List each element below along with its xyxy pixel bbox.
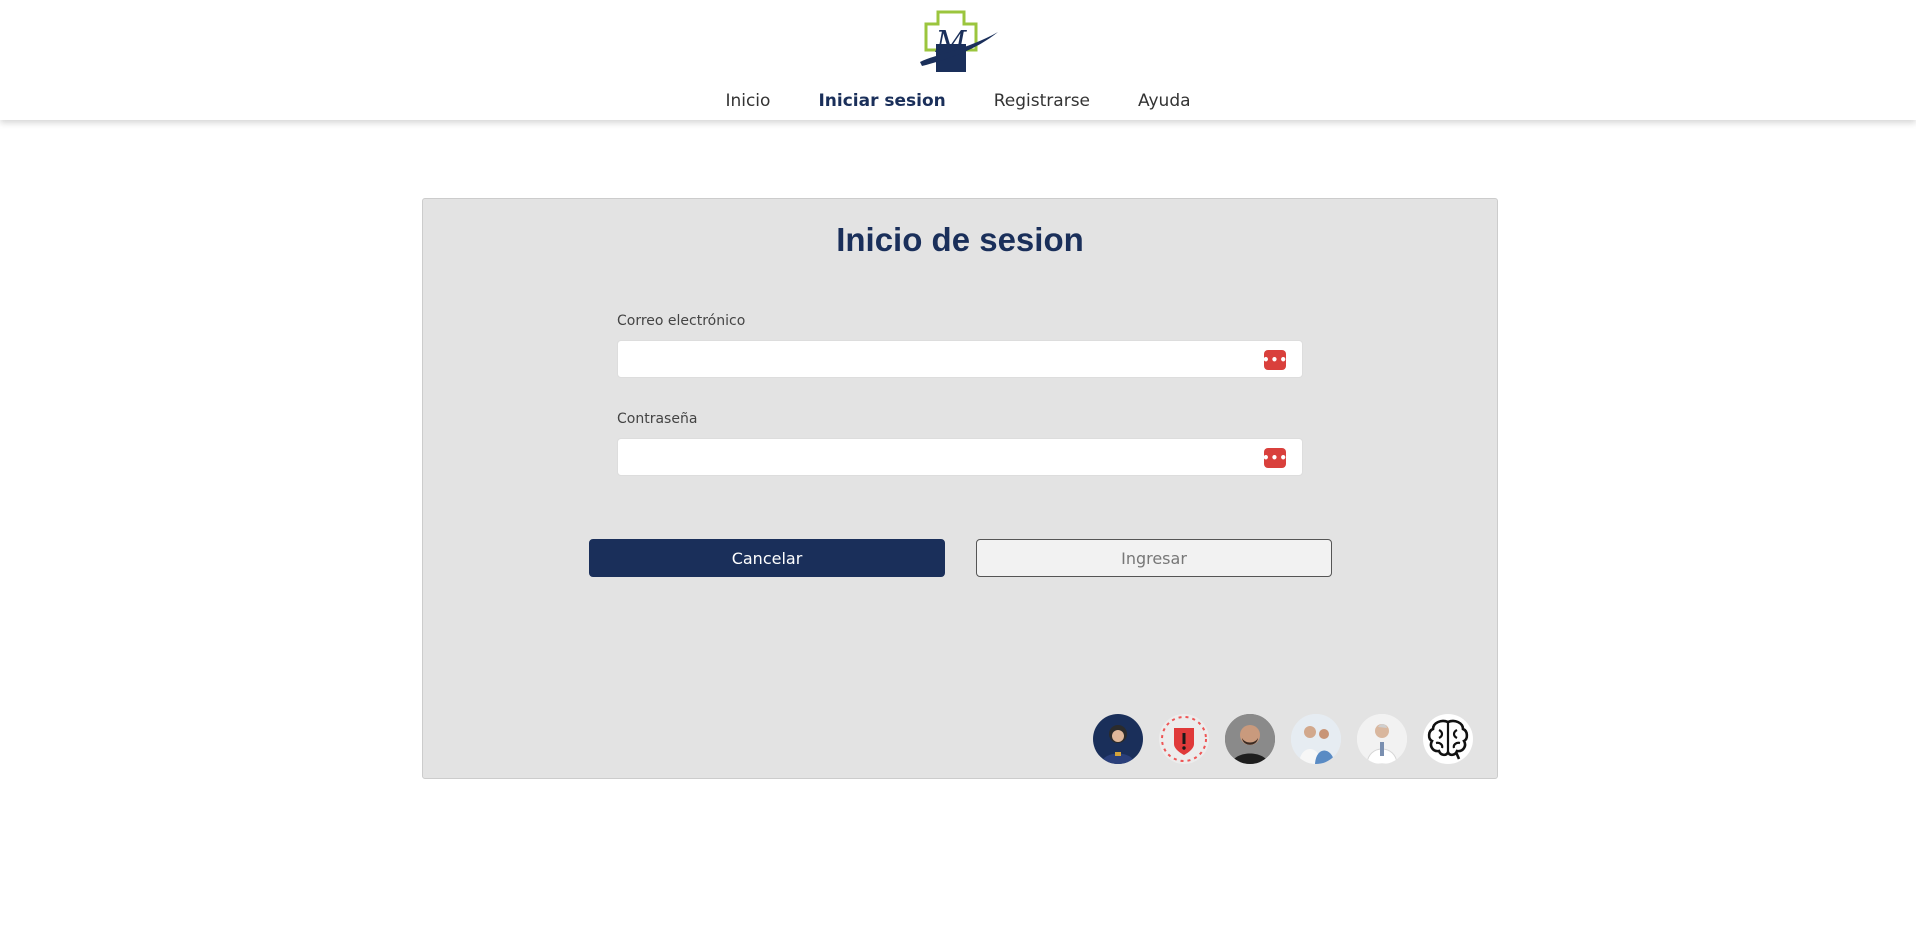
page-title: Inicio de sesion (836, 221, 1084, 258)
logo-icon[interactable]: M (916, 10, 1000, 74)
email-label: Correo electrónico (617, 313, 746, 329)
avatar-photo-icon[interactable] (1093, 714, 1143, 764)
cancel-button[interactable]: Cancelar (589, 539, 945, 577)
alert-icon[interactable] (1159, 714, 1209, 764)
password-field-wrapper: ••• (617, 438, 1303, 476)
logo-letter: M (935, 25, 968, 60)
password-field[interactable] (618, 439, 1302, 475)
avatar-photo-icon[interactable] (1225, 714, 1275, 764)
password-manager-icon[interactable]: ••• (1262, 448, 1287, 468)
main-nav: Inicio Iniciar sesion Registrarse Ayuda (0, 86, 1916, 116)
site-header: M Inicio Iniciar sesion Registrarse Ayud… (0, 0, 1916, 120)
doctors-photo-icon[interactable] (1291, 714, 1341, 764)
doctor-photo-icon[interactable] (1357, 714, 1407, 764)
nav-item-inicio[interactable]: Inicio (725, 91, 770, 111)
password-label: Contraseña (617, 411, 698, 427)
avatar-list (1093, 714, 1473, 764)
brain-icon[interactable] (1423, 714, 1473, 764)
nav-item-iniciar-sesion[interactable]: Iniciar sesion (818, 91, 945, 111)
nav-item-ayuda[interactable]: Ayuda (1138, 91, 1191, 111)
login-button[interactable]: Ingresar (976, 539, 1332, 577)
email-field-wrapper: ••• (617, 340, 1303, 378)
login-card: Inicio de sesion Correo electrónico ••• … (422, 198, 1498, 779)
nav-item-registrarse[interactable]: Registrarse (994, 91, 1090, 111)
password-manager-icon[interactable]: ••• (1262, 350, 1287, 370)
email-field[interactable] (618, 341, 1302, 377)
